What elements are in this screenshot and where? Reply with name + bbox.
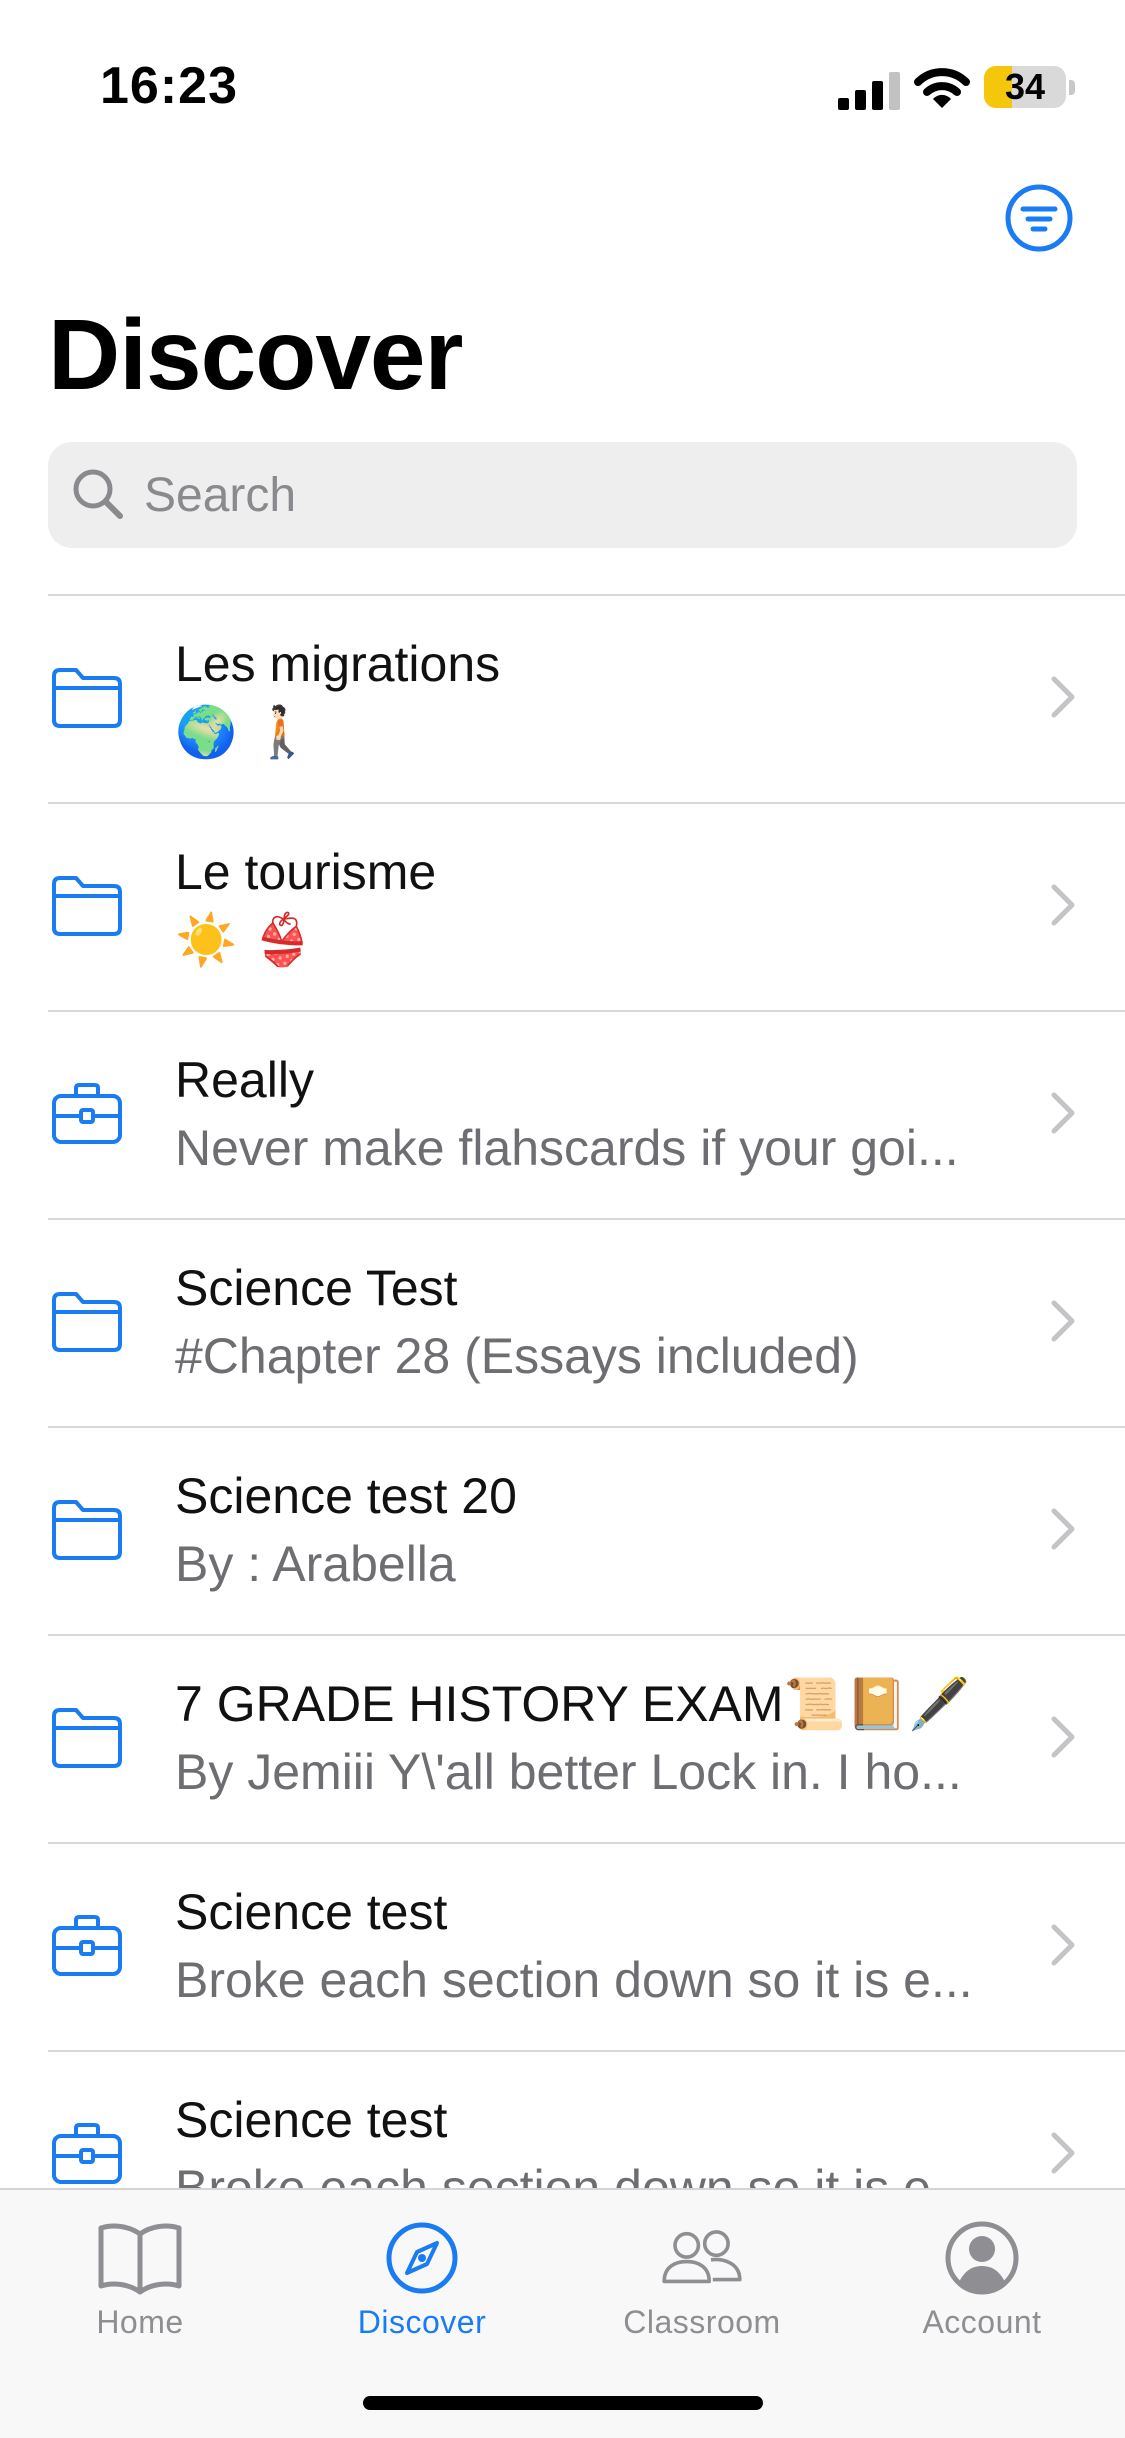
tab-home[interactable]: Home (20, 2210, 260, 2350)
folder-icon (50, 664, 124, 730)
list-item[interactable]: 7 GRADE HISTORY EXAM📜📔🖋️ By Jemiii Y\'all… (0, 1634, 1125, 1842)
cellular-signal-icon (838, 72, 900, 110)
folder-icon (50, 1704, 124, 1770)
status-bar: 16:23 34 (0, 0, 1125, 140)
compass-icon (386, 2222, 458, 2294)
list-item[interactable]: Really Never make flahscards if your goi.… (0, 1010, 1125, 1218)
list-item-subtitle: By : Arabella (175, 1536, 456, 1592)
briefcase-icon (50, 1080, 124, 1146)
row-divider (48, 802, 1125, 804)
chevron-right-icon (1051, 1508, 1075, 1550)
tab-label-discover: Discover (357, 2304, 487, 2340)
list-item-subtitle: #Chapter 28 (Essays included) (175, 1328, 859, 1384)
list-item-subtitle: By Jemiii Y\'all better Lock in. I ho... (175, 1744, 962, 1800)
list-item-subtitle: 🌍 🚶🏻 (175, 704, 314, 760)
search-icon (73, 469, 123, 519)
chevron-right-icon (1051, 1924, 1075, 1966)
list-item-title: Science test (175, 2092, 448, 2148)
folder-icon (50, 1288, 124, 1354)
list-item[interactable]: Science test Broke each section down so i… (0, 2050, 1125, 2188)
wifi-icon (914, 68, 970, 108)
battery-icon: 34 (984, 66, 1066, 108)
briefcase-icon (50, 2120, 124, 2186)
list-item[interactable]: Science test 20 By : Arabella (0, 1426, 1125, 1634)
tab-classroom[interactable]: Classroom (582, 2210, 822, 2350)
row-divider (48, 2050, 1125, 2052)
list-item-title: Science test (175, 1884, 448, 1940)
list-item[interactable]: Science Test #Chapter 28 (Essays included… (0, 1218, 1125, 1426)
list-item-title: Science test 20 (175, 1468, 517, 1524)
status-time: 16:23 (100, 57, 238, 115)
chevron-right-icon (1051, 1716, 1075, 1758)
search-input[interactable] (144, 442, 1044, 548)
folder-icon (50, 1496, 124, 1562)
row-divider (48, 1010, 1125, 1012)
row-divider (48, 594, 1125, 596)
list-item-subtitle: Broke each section down so it is e... (175, 1952, 973, 2008)
tab-account[interactable]: Account (862, 2210, 1102, 2350)
tab-label-classroom: Classroom (623, 2304, 781, 2340)
search-bar[interactable] (48, 442, 1077, 548)
home-indicator[interactable] (363, 2396, 763, 2410)
battery-tip (1069, 80, 1075, 95)
book-icon (98, 2223, 182, 2295)
folder-icon (50, 872, 124, 938)
people-icon (662, 2230, 742, 2284)
row-divider (48, 1426, 1125, 1428)
tab-label-home: Home (96, 2304, 184, 2340)
battery-percent: 34 (1004, 66, 1046, 107)
person-circle-icon (945, 2221, 1019, 2295)
list-item-title: Les migrations (175, 636, 501, 692)
briefcase-icon (50, 1912, 124, 1978)
chevron-right-icon (1051, 676, 1075, 718)
list-item-title: Science Test (175, 1260, 458, 1316)
chevron-right-icon (1051, 1092, 1075, 1134)
tab-discover[interactable]: Discover (302, 2210, 542, 2350)
filter-lines-icon[interactable] (1004, 183, 1074, 253)
row-divider (48, 1218, 1125, 1220)
chevron-right-icon (1051, 2132, 1075, 2174)
chevron-right-icon (1051, 1300, 1075, 1342)
list-item-title: Really (175, 1052, 314, 1108)
list-item-title: 7 GRADE HISTORY EXAM📜📔🖋️ (175, 1676, 971, 1732)
list-item-subtitle: Never make flahscards if your goi... (175, 1120, 959, 1176)
list-item-subtitle: Broke each section down so it is e... (175, 2160, 973, 2188)
discover-list: Les migrations 🌍 🚶🏻 Le tourisme ☀️ 👙 Really N… (0, 594, 1125, 2188)
list-item-title: Le tourisme (175, 844, 437, 900)
tab-label-account: Account (922, 2304, 1042, 2340)
page-title: Discover (48, 299, 463, 411)
list-item-subtitle: ☀️ 👙 (175, 912, 314, 968)
row-divider (48, 1634, 1125, 1636)
list-item[interactable]: Les migrations 🌍 🚶🏻 (0, 594, 1125, 802)
list-item[interactable]: Le tourisme ☀️ 👙 (0, 802, 1125, 1010)
chevron-right-icon (1051, 884, 1075, 926)
list-item[interactable]: Science test Broke each section down so i… (0, 1842, 1125, 2050)
row-divider (48, 1842, 1125, 1844)
